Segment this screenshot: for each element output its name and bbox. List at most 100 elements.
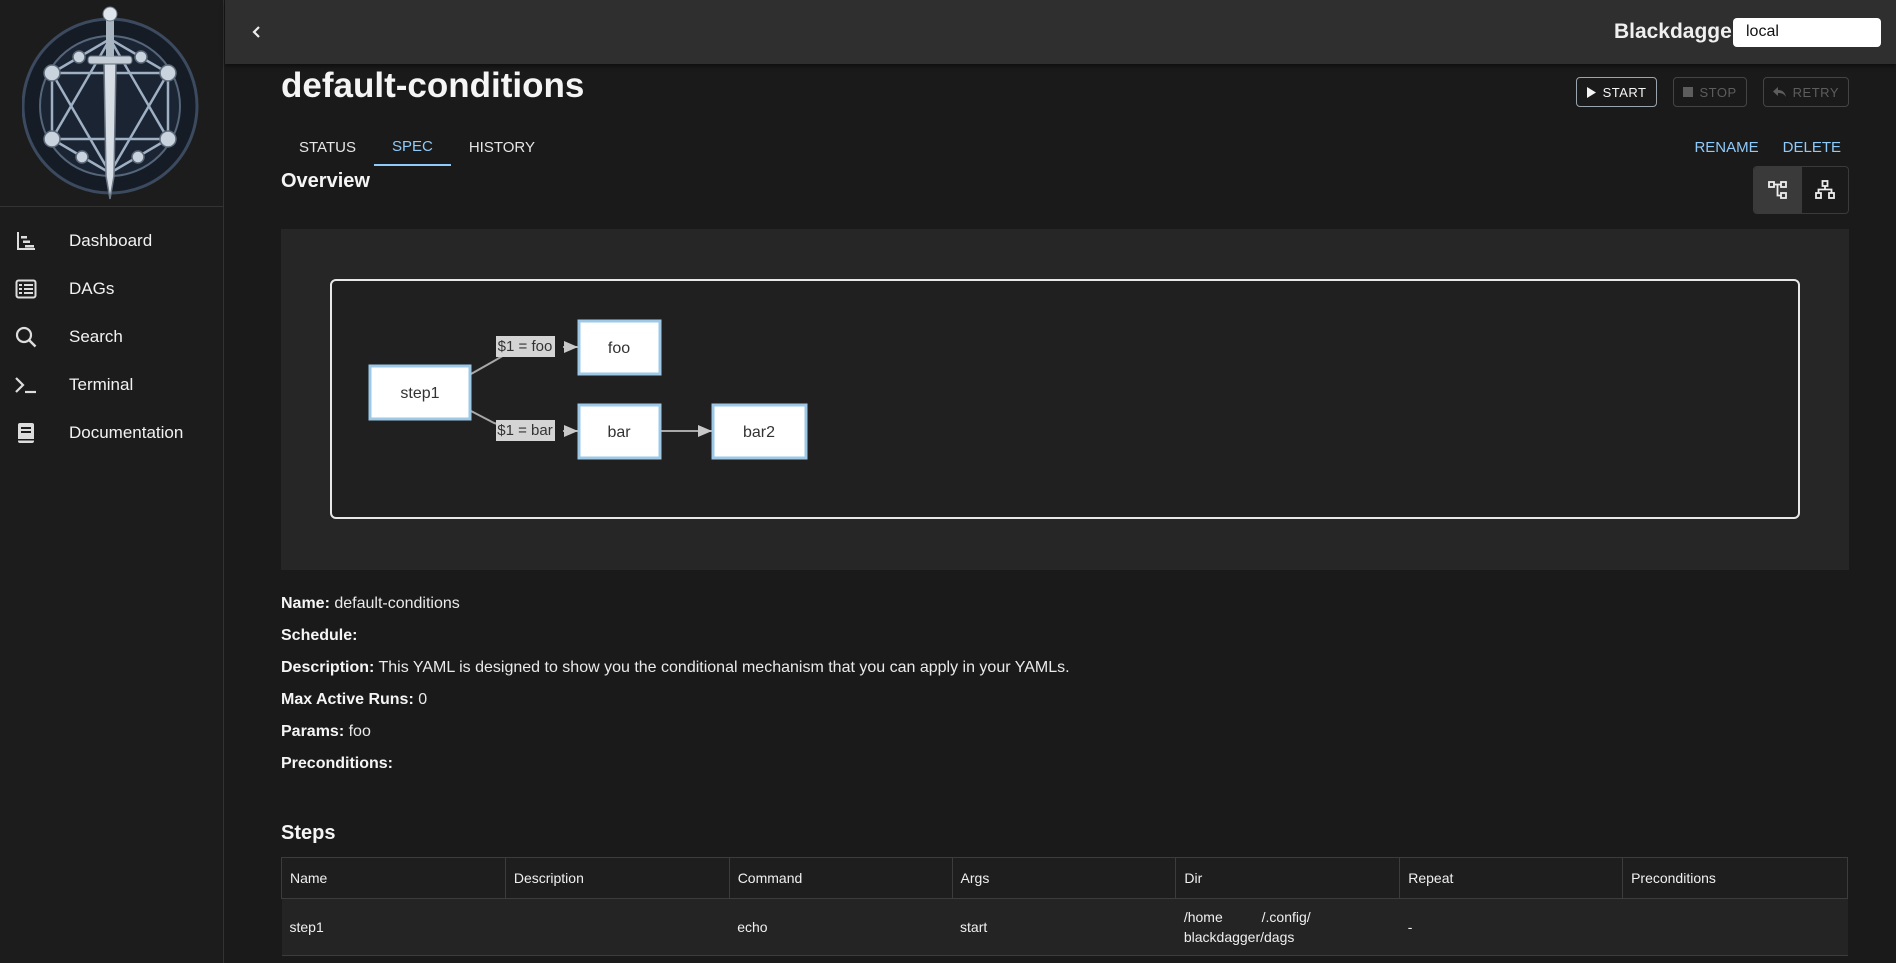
sidebar-item-dashboard[interactable]: Dashboard	[0, 217, 223, 265]
info-label: Params:	[281, 723, 345, 740]
edge-label-foo-text: $1 = foo	[498, 338, 553, 355]
delete-button[interactable]: DELETE	[1783, 139, 1841, 156]
info-label: Preconditions:	[281, 755, 394, 772]
edge-label-foo: $1 = foo	[496, 336, 555, 357]
edge-label-bar: $1 = bar	[496, 420, 555, 441]
sidebar-item-label: Terminal	[69, 375, 134, 394]
info-label: Name:	[281, 595, 330, 612]
dag-actions: START STOP RETRY	[1575, 77, 1849, 107]
play-icon	[1586, 86, 1596, 98]
column-header: Preconditions	[1622, 857, 1848, 899]
info-max-active-runs: Max Active Runs: 0	[281, 690, 1070, 722]
cell-repeat: -	[1399, 898, 1623, 956]
sidebar-item-label: Documentation	[69, 423, 184, 442]
info-schedule: Schedule:	[281, 626, 1070, 658]
tab-history[interactable]: HISTORY	[451, 128, 553, 166]
app-root: Dashboard DAGs Search Terminal Documenta…	[0, 0, 1896, 963]
info-description: Description: This YAML is designed to sh…	[281, 658, 1070, 690]
vertical-graph-toggle[interactable]	[1801, 167, 1848, 213]
dag-tabs: STATUS SPEC HISTORY	[281, 128, 553, 166]
sidebar-item-dags[interactable]: DAGs	[0, 265, 223, 313]
column-header: Dir	[1175, 857, 1401, 899]
cell-dir: /home /.config/ blackdagger/dags	[1175, 898, 1400, 956]
node-foo-label: foo	[608, 340, 630, 357]
sidebar-item-label: Search	[69, 327, 123, 346]
dagger-logo-icon	[21, 6, 198, 199]
stop-icon	[1682, 87, 1693, 97]
column-header: Repeat	[1399, 857, 1624, 899]
main-content: default-conditions START STOP RETRY STAT…	[225, 64, 1896, 963]
node-bar-label: bar	[607, 424, 631, 441]
info-value: foo	[348, 723, 371, 740]
graph-panel: $1 = foo $1 = bar step1 foo bar bar2	[281, 229, 1849, 570]
info-label: Description:	[281, 659, 375, 676]
column-header: Name	[281, 857, 506, 899]
collapse-sidebar-button[interactable]	[241, 16, 273, 48]
logo[interactable]	[0, 0, 223, 207]
dag-graph[interactable]: $1 = foo $1 = bar step1 foo bar bar2	[330, 279, 1800, 519]
cell-preconditions	[1622, 898, 1848, 956]
info-value: 0	[418, 691, 428, 708]
edge-label-bar-text: $1 = bar	[497, 422, 552, 439]
table-header-row: Name Description Command Args Dir Repeat…	[281, 857, 1848, 899]
start-label: START	[1602, 84, 1647, 100]
node-step1[interactable]: step1	[368, 364, 472, 421]
dir-line: /home /.config/	[1183, 909, 1311, 925]
top-bar: Blackdagger local	[225, 0, 1896, 64]
sidebar-item-documentation[interactable]: Documentation	[0, 409, 223, 457]
info-name: Name: default-conditions	[281, 594, 1070, 626]
column-header: Args	[951, 857, 1177, 899]
search-icon	[14, 325, 38, 349]
dag-graph-svg: $1 = foo $1 = bar step1 foo bar bar2	[368, 319, 808, 460]
reply-icon	[1772, 86, 1786, 98]
info-preconditions: Preconditions:	[281, 754, 1070, 786]
info-value: default-conditions	[334, 595, 460, 612]
info-value: This YAML is designed to show you the co…	[378, 659, 1070, 676]
sidebar-item-label: DAGs	[69, 279, 115, 298]
terminal-icon	[14, 373, 38, 397]
rename-button[interactable]: RENAME	[1694, 139, 1758, 156]
cell-args: start	[952, 898, 1176, 956]
book-icon	[14, 421, 38, 445]
retry-button[interactable]: RETRY	[1762, 77, 1849, 107]
sidebar-item-terminal[interactable]: Terminal	[0, 361, 223, 409]
node-foo[interactable]: foo	[577, 319, 662, 376]
dag-links: RENAME DELETE	[1694, 128, 1841, 166]
node-step1-label: step1	[400, 385, 439, 402]
node-bar[interactable]: bar	[577, 403, 662, 460]
column-header: Description	[504, 857, 730, 899]
start-button[interactable]: START	[1575, 77, 1657, 107]
tab-spec[interactable]: SPEC	[373, 128, 451, 166]
sidebar-nav: Dashboard DAGs Search Terminal Documenta…	[0, 207, 223, 457]
cell-description	[505, 898, 730, 956]
steps-title: Steps	[281, 822, 336, 844]
dir-line: blackdagger/dags	[1183, 929, 1295, 945]
app-brand: Blackdagger	[1613, 20, 1740, 43]
info-label: Schedule:	[281, 627, 358, 644]
sidebar-item-label: Dashboard	[69, 231, 153, 250]
stop-label: STOP	[1699, 84, 1737, 100]
vertical-tree-icon	[1815, 180, 1835, 199]
retry-label: RETRY	[1792, 84, 1839, 100]
steps-table: Name Description Command Args Dir Repeat…	[281, 857, 1848, 956]
chevron-left-icon	[252, 26, 260, 38]
horizontal-tree-icon	[1767, 181, 1787, 199]
tab-status[interactable]: STATUS	[281, 128, 374, 166]
dag-info: Name: default-conditions Schedule: Descr…	[281, 594, 1070, 786]
graph-direction-toggle	[1753, 166, 1849, 214]
cell-name: step1	[281, 898, 506, 956]
cell-command: echo	[729, 898, 953, 956]
dashboard-chart-icon	[14, 229, 38, 253]
info-label: Max Active Runs:	[281, 691, 414, 708]
sidebar-item-search[interactable]: Search	[0, 313, 223, 361]
table-row[interactable]: step1 echo start /home /.config/ blackda…	[281, 898, 1848, 956]
info-params: Params: foo	[281, 722, 1070, 754]
environment-select[interactable]: local	[1733, 18, 1881, 47]
list-icon	[14, 277, 38, 301]
overview-title: Overview	[281, 170, 370, 192]
node-bar2[interactable]: bar2	[711, 403, 808, 460]
horizontal-graph-toggle[interactable]	[1754, 167, 1801, 213]
stop-button[interactable]: STOP	[1672, 77, 1747, 107]
node-bar2-label: bar2	[743, 424, 775, 441]
sidebar: Dashboard DAGs Search Terminal Documenta…	[0, 0, 224, 963]
